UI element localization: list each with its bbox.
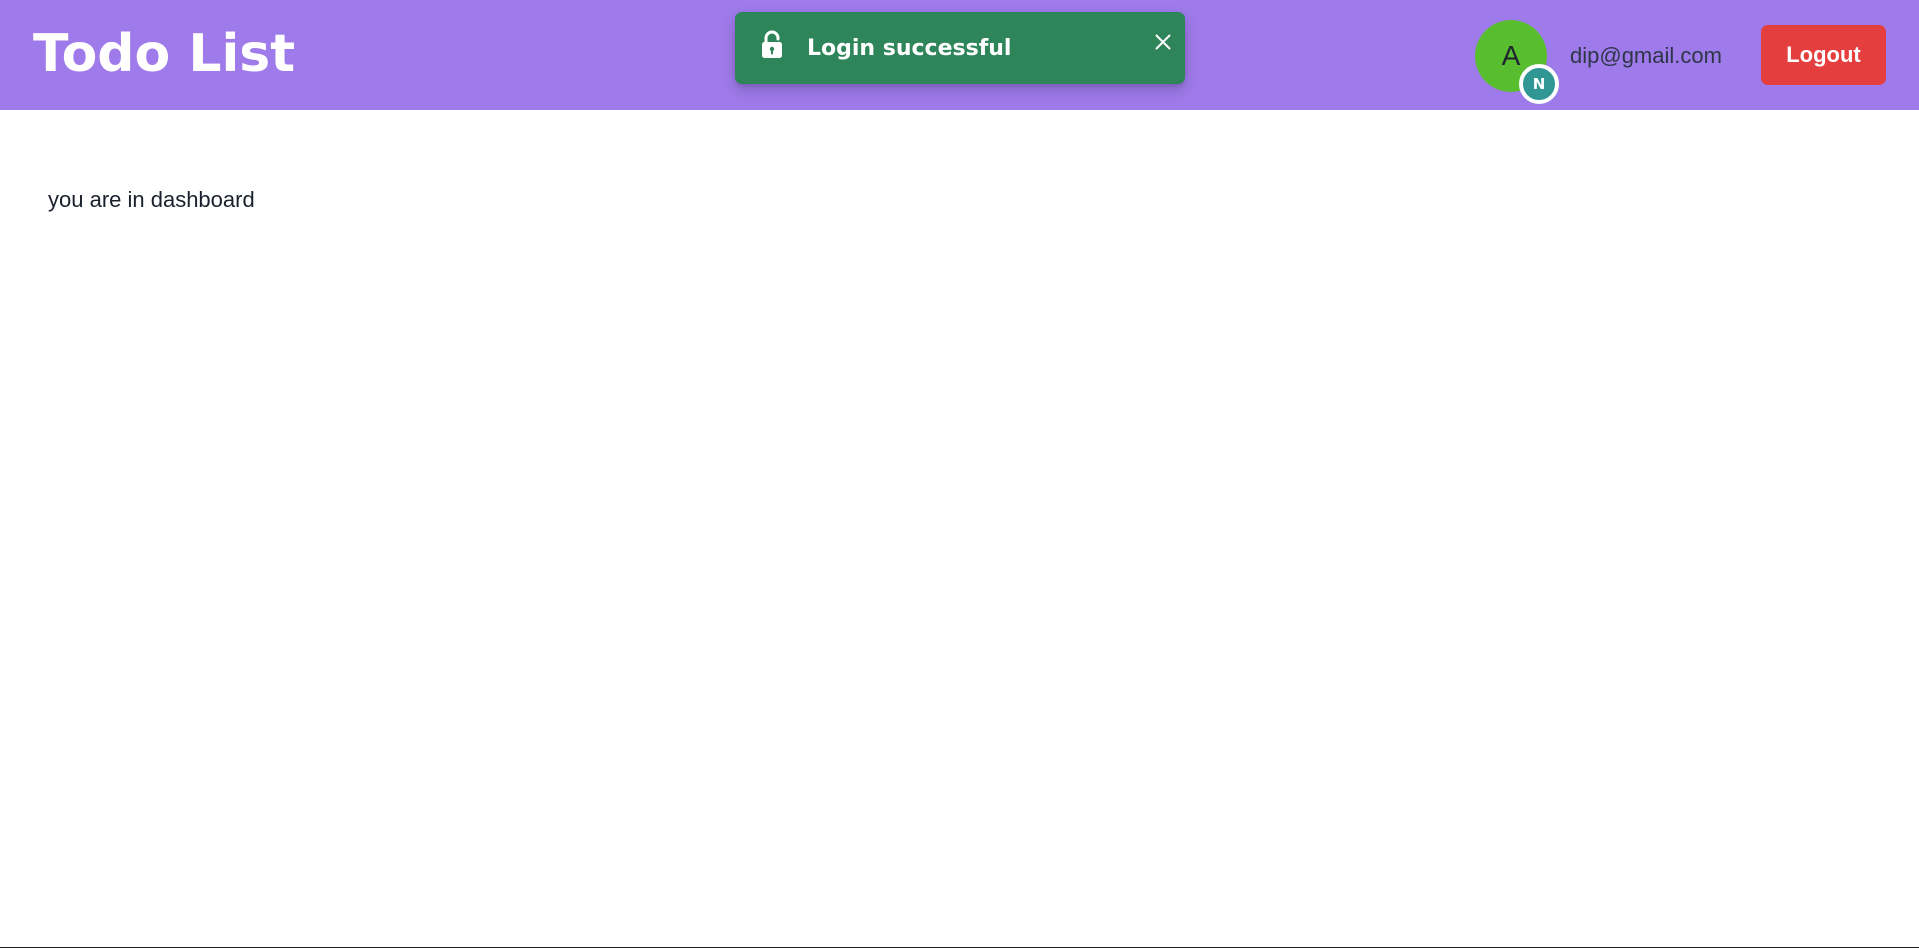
page: Todo List A N dip@gmail.com Logout Login… [0,0,1919,948]
logout-button[interactable]: Logout [1761,25,1886,85]
unlock-icon [761,30,783,60]
user-email: dip@gmail.com [1570,43,1722,68]
avatar-badge: N [1519,64,1559,104]
dashboard-message: you are in dashboard [48,187,255,212]
app-title: Todo List [33,24,296,84]
login-success-toast: Login successful [735,12,1185,84]
close-icon[interactable] [1149,28,1177,56]
toast-message: Login successful [807,36,1012,61]
avatar-initial: A [1501,40,1521,71]
avatar-badge-initial: N [1532,75,1546,93]
